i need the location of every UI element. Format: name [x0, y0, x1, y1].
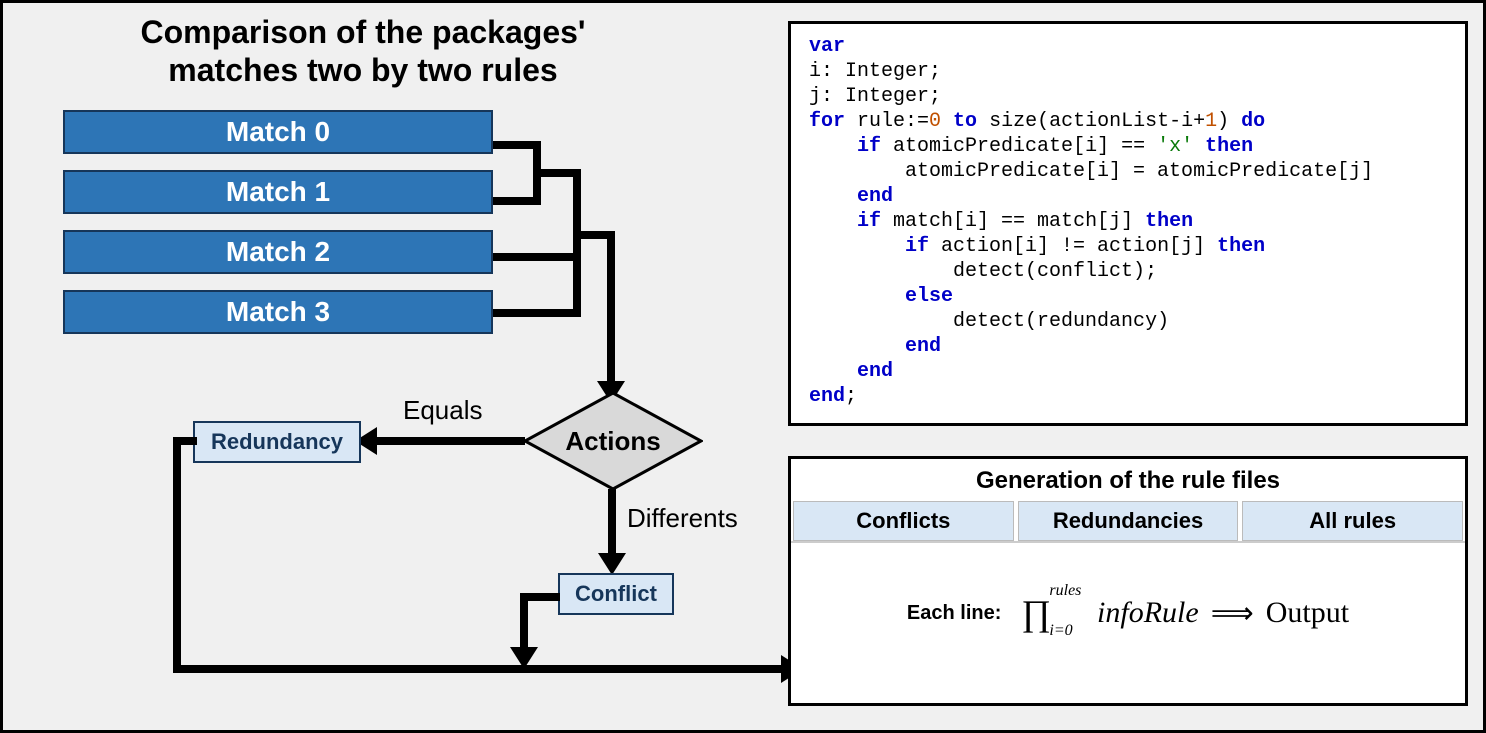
conn — [173, 437, 181, 673]
redundancy-box: Redundancy — [193, 421, 361, 463]
match-2: Match 2 — [63, 230, 493, 274]
flowchart-panel: Comparison of the packages' matches two … — [23, 13, 763, 713]
tab-conflicts: Conflicts — [793, 501, 1014, 541]
conn — [493, 253, 573, 261]
match-1: Match 1 — [63, 170, 493, 214]
conn — [493, 197, 533, 205]
formula: ∏ rules i=0 infoRule ⟹ Output — [1021, 592, 1349, 634]
conn — [173, 665, 785, 673]
actions-decision: Actions — [523, 391, 703, 491]
conn — [493, 309, 573, 317]
prod-sup: rules — [1049, 582, 1081, 600]
generation-body: Each line: ∏ rules i=0 infoRule ⟹ Output — [791, 543, 1465, 683]
match-3: Match 3 — [63, 290, 493, 334]
actions-label: Actions — [523, 391, 703, 491]
prod-sub: i=0 — [1049, 622, 1072, 640]
tab-all-rules: All rules — [1242, 501, 1463, 541]
flowchart-title: Comparison of the packages' matches two … — [83, 13, 643, 90]
code-line-2: i: Integer; — [809, 60, 941, 83]
each-line-label: Each line: — [907, 602, 1001, 625]
match-list: Match 0 Match 1 Match 2 Match 3 — [63, 110, 493, 334]
kw-var: var — [809, 35, 845, 58]
title-line-2: matches two by two rules — [168, 52, 557, 88]
output-label: Output — [1266, 596, 1349, 630]
generation-panel: Generation of the rule files Conflicts R… — [788, 456, 1468, 706]
equals-label: Equals — [403, 395, 483, 426]
arrow-differents-icon — [598, 553, 626, 575]
tab-redundancies: Redundancies — [1018, 501, 1239, 541]
conflict-box: Conflict — [558, 573, 674, 615]
diagram-frame: Comparison of the packages' matches two … — [0, 0, 1486, 733]
conn — [573, 231, 611, 239]
conn — [493, 141, 533, 149]
code-line-3: j: Integer; — [809, 85, 941, 108]
generation-tabs: Conflicts Redundancies All rules — [791, 501, 1465, 543]
conn — [373, 437, 525, 445]
inforule: infoRule — [1097, 596, 1199, 630]
conn — [608, 489, 616, 559]
conn — [607, 231, 615, 391]
product-symbol-icon: ∏ rules i=0 — [1021, 592, 1051, 634]
pseudocode-panel: var i: Integer; j: Integer; for rule:=0 … — [788, 21, 1468, 426]
generation-title: Generation of the rule files — [791, 459, 1465, 501]
conn — [520, 593, 528, 653]
kw-for: for — [809, 110, 845, 133]
implies-icon: ⟹ — [1211, 596, 1254, 631]
title-line-1: Comparison of the packages' — [140, 14, 585, 50]
conn — [533, 169, 573, 177]
conn — [573, 169, 581, 317]
differents-label: Differents — [627, 503, 738, 534]
arrow-conflict-down-icon — [510, 647, 538, 669]
match-0: Match 0 — [63, 110, 493, 154]
